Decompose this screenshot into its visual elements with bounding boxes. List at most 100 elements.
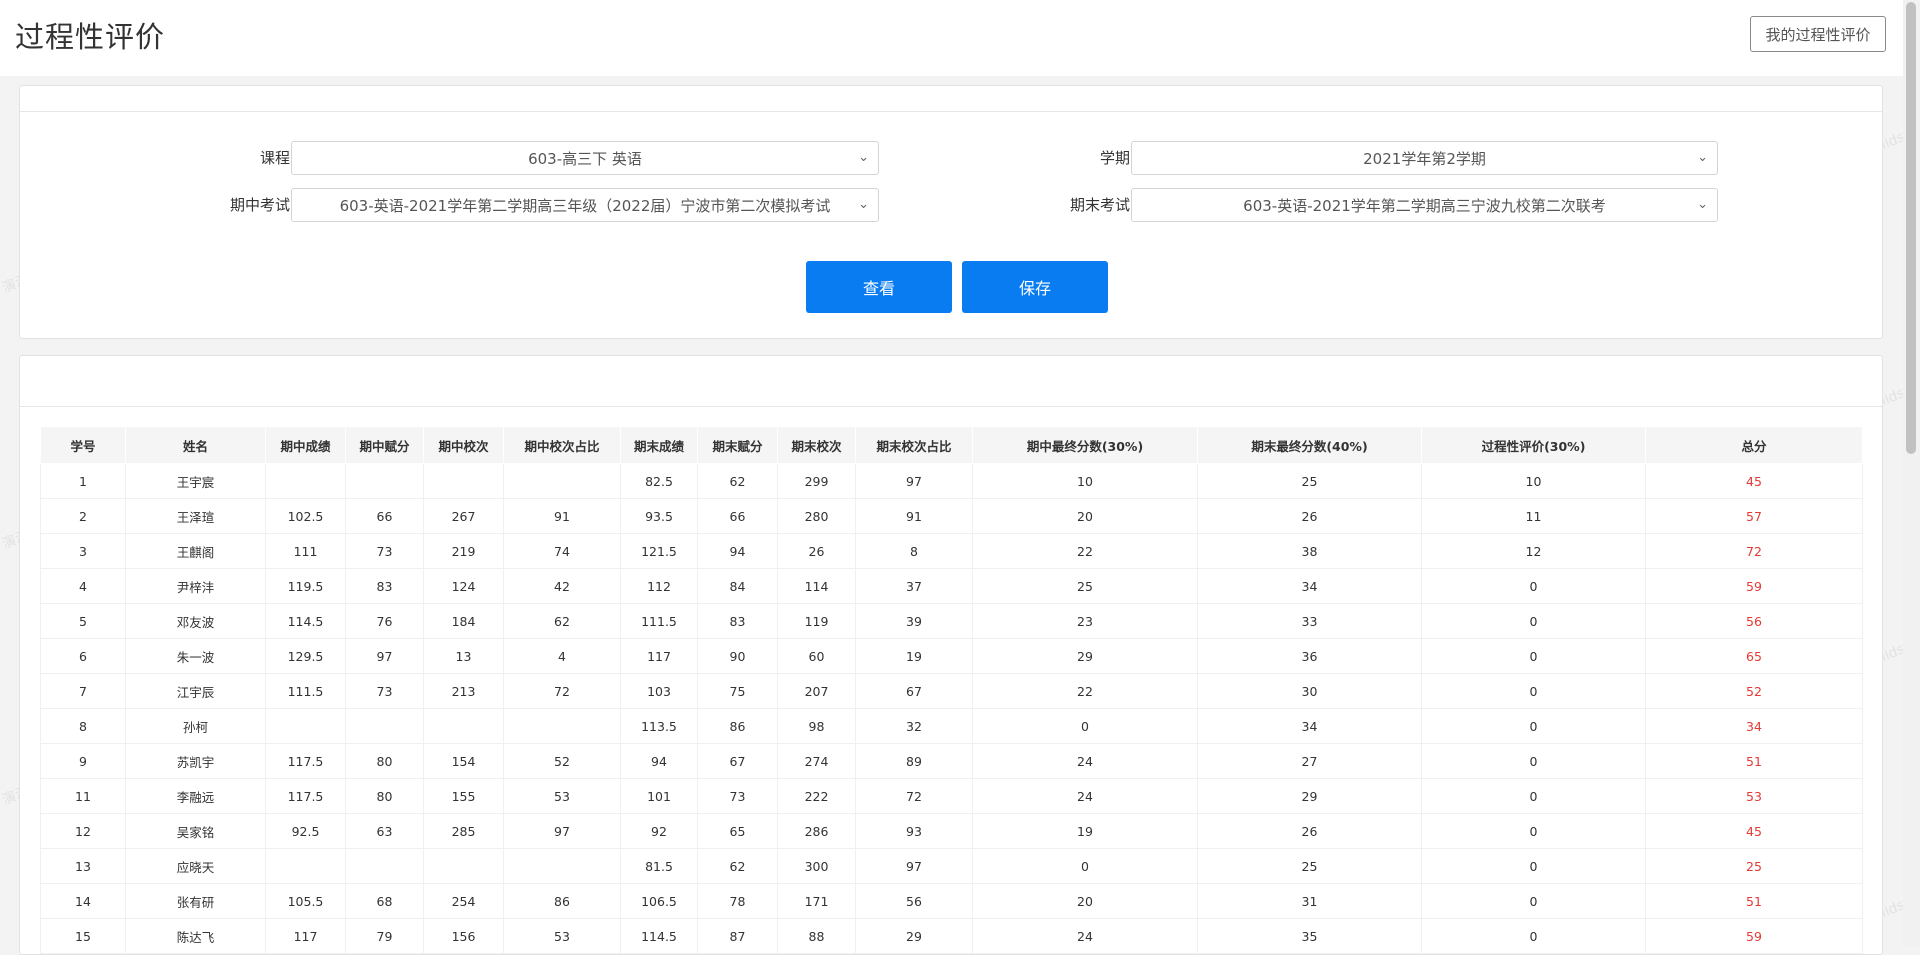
- table-cell: 184: [423, 603, 504, 639]
- table-row[interactable]: 11 李融远 117.5 80 155 53 101 73 222 72 24 29 0 53: [40, 778, 1863, 814]
- table-cell: 207: [777, 673, 856, 709]
- term-label: 学期: [1099, 149, 1130, 167]
- table-cell: [503, 848, 621, 884]
- final-select[interactable]: 603-英语-2021学年第二学期高三宁波九校第二次联考 ⌄: [1131, 188, 1718, 222]
- table-cell: 79: [345, 918, 424, 954]
- table-cell: [503, 708, 621, 744]
- table-cell: [423, 463, 504, 499]
- column-header: 期末最终分数(40%): [1197, 426, 1422, 464]
- column-header: 期中校次占比: [503, 426, 621, 464]
- table-cell: 66: [345, 498, 424, 534]
- save-button[interactable]: 保存: [962, 261, 1108, 313]
- table-cell: 2: [40, 498, 126, 534]
- table-row[interactable]: 13 应晓天 81.5 62 300 97 0 25 0 25: [40, 848, 1863, 884]
- table-row[interactable]: 9 苏凯宇 117.5 80 154 52 94 67 274 89 24 27 0 51: [40, 743, 1863, 779]
- table-cell: 219: [423, 533, 504, 569]
- table-cell: 38: [1197, 533, 1422, 569]
- table-cell: 114.5: [620, 918, 698, 954]
- table-row[interactable]: 1 王宇宸 82.5 62 299 97 10 25 10 45: [40, 463, 1863, 499]
- table-cell: 106.5: [620, 883, 698, 919]
- table-cell: 63: [345, 813, 424, 849]
- table-cell: 26: [777, 533, 856, 569]
- table-cell: 254: [423, 883, 504, 919]
- table-cell: 92: [620, 813, 698, 849]
- table-cell: 19: [855, 638, 973, 674]
- table-cell: 80: [345, 778, 424, 814]
- table-cell: 14: [40, 883, 126, 919]
- table-cell: 154: [423, 743, 504, 779]
- table-cell: 86: [503, 883, 621, 919]
- table-cell: [503, 463, 621, 499]
- final-select-value: 603-英语-2021学年第二学期高三宁波九校第二次联考: [1243, 196, 1606, 215]
- midterm-select[interactable]: 603-英语-2021学年第二学期高三年级（2022届）宁波市第二次模拟考试 ⌄: [291, 188, 879, 222]
- table-cell: 299: [777, 463, 856, 499]
- table-cell: 59: [1645, 918, 1863, 954]
- table-body: 1 王宇宸 82.5 62 299 97 10 25 10 45 2 王泽瑄 102.5 66 267 91 9…: [40, 463, 1863, 954]
- table-cell: 62: [697, 848, 778, 884]
- table-cell: 86: [697, 708, 778, 744]
- table-cell: 10: [1421, 463, 1646, 499]
- table-cell: 25: [972, 568, 1198, 604]
- table-row[interactable]: 4 尹梓沣 119.5 83 124 42 112 84 114 37 25 34 0 59: [40, 568, 1863, 604]
- table-cell: 0: [1421, 813, 1646, 849]
- table-cell: 王麒阁: [125, 533, 266, 569]
- table-cell: 74: [503, 533, 621, 569]
- table-cell: 0: [1421, 918, 1646, 954]
- table-row[interactable]: 2 王泽瑄 102.5 66 267 91 93.5 66 280 91 20 26 11 57: [40, 498, 1863, 534]
- column-header: 期末校次占比: [855, 426, 973, 464]
- view-button[interactable]: 查看: [806, 261, 952, 313]
- table-row[interactable]: 8 孙柯 113.5 86 98 32 0 34 0 34: [40, 708, 1863, 744]
- table-cell: 王泽瑄: [125, 498, 266, 534]
- course-select[interactable]: 603-高三下 英语 ⌄: [291, 141, 879, 175]
- table-row[interactable]: 5 邓友波 114.5 76 184 62 111.5 83 119 39 23 33 0 56: [40, 603, 1863, 639]
- table-cell: 0: [1421, 568, 1646, 604]
- term-select[interactable]: 2021学年第2学期 ⌄: [1131, 141, 1718, 175]
- table-cell: 81.5: [620, 848, 698, 884]
- table-cell: 90: [697, 638, 778, 674]
- table-cell: 1: [40, 463, 126, 499]
- midterm-label: 期中考试: [229, 196, 290, 214]
- table-cell: 171: [777, 883, 856, 919]
- table-cell: 0: [1421, 638, 1646, 674]
- results-card-divider: [20, 406, 1882, 407]
- table-cell: 75: [697, 673, 778, 709]
- table-cell: 0: [1421, 603, 1646, 639]
- table-cell: 31: [1197, 883, 1422, 919]
- table-cell: 117.5: [265, 778, 346, 814]
- my-evaluation-button[interactable]: 我的过程性评价: [1750, 16, 1886, 52]
- table-cell: 5: [40, 603, 126, 639]
- table-cell: 15: [40, 918, 126, 954]
- table-row[interactable]: 3 王麒阁 111 73 219 74 121.5 94 26 8 22 38 12 72: [40, 533, 1863, 569]
- table-row[interactable]: 14 张有研 105.5 68 254 86 106.5 78 171 56 20 31 0 51: [40, 883, 1863, 919]
- column-header: 总分: [1645, 426, 1863, 464]
- table-row[interactable]: 7 江宇辰 111.5 73 213 72 103 75 207 67 22 30 0 52: [40, 673, 1863, 709]
- page-title: 过程性评价: [15, 20, 166, 54]
- table-row[interactable]: 15 陈达飞 117 79 156 53 114.5 87 88 29 24 35 0 59: [40, 918, 1863, 954]
- table-cell: 111.5: [620, 603, 698, 639]
- table-cell: [265, 463, 346, 499]
- table-cell: [265, 848, 346, 884]
- table-cell: 105.5: [265, 883, 346, 919]
- table-cell: 65: [697, 813, 778, 849]
- table-cell: 103: [620, 673, 698, 709]
- table-cell: 江宇辰: [125, 673, 266, 709]
- table-cell: 吴家铭: [125, 813, 266, 849]
- table-cell: 52: [1645, 673, 1863, 709]
- table-cell: 25: [1197, 848, 1422, 884]
- table-cell: 7: [40, 673, 126, 709]
- table-row[interactable]: 6 朱一波 129.5 97 13 4 117 90 60 19 29 36 0 65: [40, 638, 1863, 674]
- column-header: 期末赋分: [697, 426, 778, 464]
- scores-table: 学号 姓名 期中成绩 期中赋分 期中校次 期中校次占比 期末成绩 期末赋分 期末校次 期末校次占比…: [40, 426, 1863, 954]
- midterm-select-value: 603-英语-2021学年第二学期高三年级（2022届）宁波市第二次模拟考试: [339, 196, 831, 215]
- table-cell: 25: [1645, 848, 1863, 884]
- table-cell: 73: [697, 778, 778, 814]
- table-cell: 97: [855, 848, 973, 884]
- table-cell: 尹梓沣: [125, 568, 266, 604]
- column-header: 姓名: [125, 426, 266, 464]
- table-row[interactable]: 12 吴家铭 92.5 63 285 97 92 65 286 93 19 26 0 45: [40, 813, 1863, 849]
- table-cell: 9: [40, 743, 126, 779]
- page-scrollbar-thumb[interactable]: [1906, 2, 1916, 454]
- table-cell: 24: [972, 778, 1198, 814]
- table-cell: 91: [503, 498, 621, 534]
- table-cell: 19: [972, 813, 1198, 849]
